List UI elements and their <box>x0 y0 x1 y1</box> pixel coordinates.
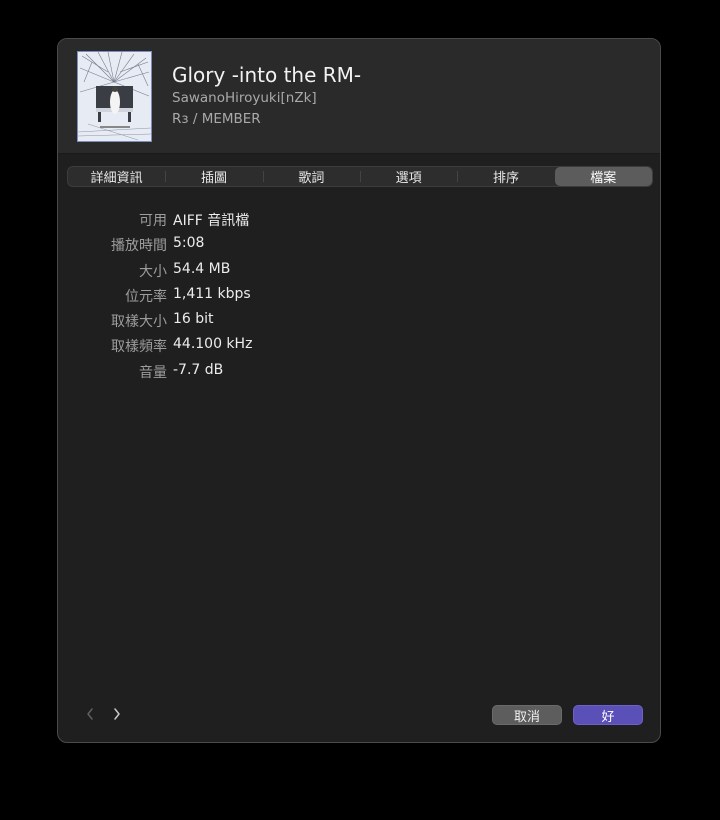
info-label: 可用 <box>139 213 167 229</box>
track-title: Glory -into the RM- <box>172 63 362 87</box>
info-value: 1,411 kbps <box>173 285 251 302</box>
chevron-left-icon <box>87 708 93 720</box>
info-row-bitrate: 位元率 1,411 kbps <box>58 286 660 311</box>
tab-lyrics[interactable]: 歌詞 <box>262 167 360 186</box>
info-label: 播放時間 <box>111 238 167 255</box>
info-dialog: Glory -into the RM- SawanoHiroyuki[nZk] … <box>57 38 661 743</box>
info-label: 音量 <box>139 364 167 381</box>
tab-file[interactable]: 檔案 <box>554 167 652 186</box>
next-track-button[interactable] <box>108 705 126 723</box>
info-label: 取樣大小 <box>111 314 167 331</box>
info-row-kind: 可用 AIFF 音訊檔 <box>58 210 660 235</box>
ok-button[interactable]: 好 <box>573 705 643 725</box>
chevron-right-icon <box>114 708 120 720</box>
tab-sorting[interactable]: 排序 <box>457 167 554 186</box>
tab-artwork[interactable]: 插圖 <box>165 167 262 186</box>
info-value: 16 bit <box>173 311 214 328</box>
track-artist: SawanoHiroyuki[nZk] <box>172 90 317 106</box>
tab-details[interactable]: 詳細資訊 <box>68 167 165 186</box>
track-album: Rɜ / MEMBER <box>172 111 261 127</box>
info-value: 5:08 <box>173 235 205 252</box>
tab-bar: 詳細資訊 插圖 歌詞 選項 排序 檔案 <box>67 166 653 187</box>
dialog-header: Glory -into the RM- SawanoHiroyuki[nZk] … <box>58 39 660 154</box>
tab-options[interactable]: 選項 <box>359 167 457 186</box>
info-value: 44.100 kHz <box>173 336 253 353</box>
info-value: AIFF 音訊檔 <box>173 213 250 229</box>
info-label: 大小 <box>139 263 167 280</box>
info-value: 54.4 MB <box>173 260 231 277</box>
previous-track-button[interactable] <box>81 705 99 723</box>
info-value: -7.7 dB <box>173 361 224 378</box>
info-row-volume: 音量 -7.7 dB <box>58 362 660 387</box>
info-label: 取樣頻率 <box>111 339 167 356</box>
file-info-list: 可用 AIFF 音訊檔 播放時間 5:08 大小 54.4 MB 位元率 1,4… <box>58 210 660 387</box>
album-artwork <box>77 51 152 142</box>
info-row-sample-size: 取樣大小 16 bit <box>58 311 660 336</box>
info-row-size: 大小 54.4 MB <box>58 261 660 286</box>
info-row-sample-rate: 取樣頻率 44.100 kHz <box>58 336 660 361</box>
info-label: 位元率 <box>125 288 167 305</box>
info-row-duration: 播放時間 5:08 <box>58 235 660 260</box>
cancel-button[interactable]: 取消 <box>492 705 562 725</box>
